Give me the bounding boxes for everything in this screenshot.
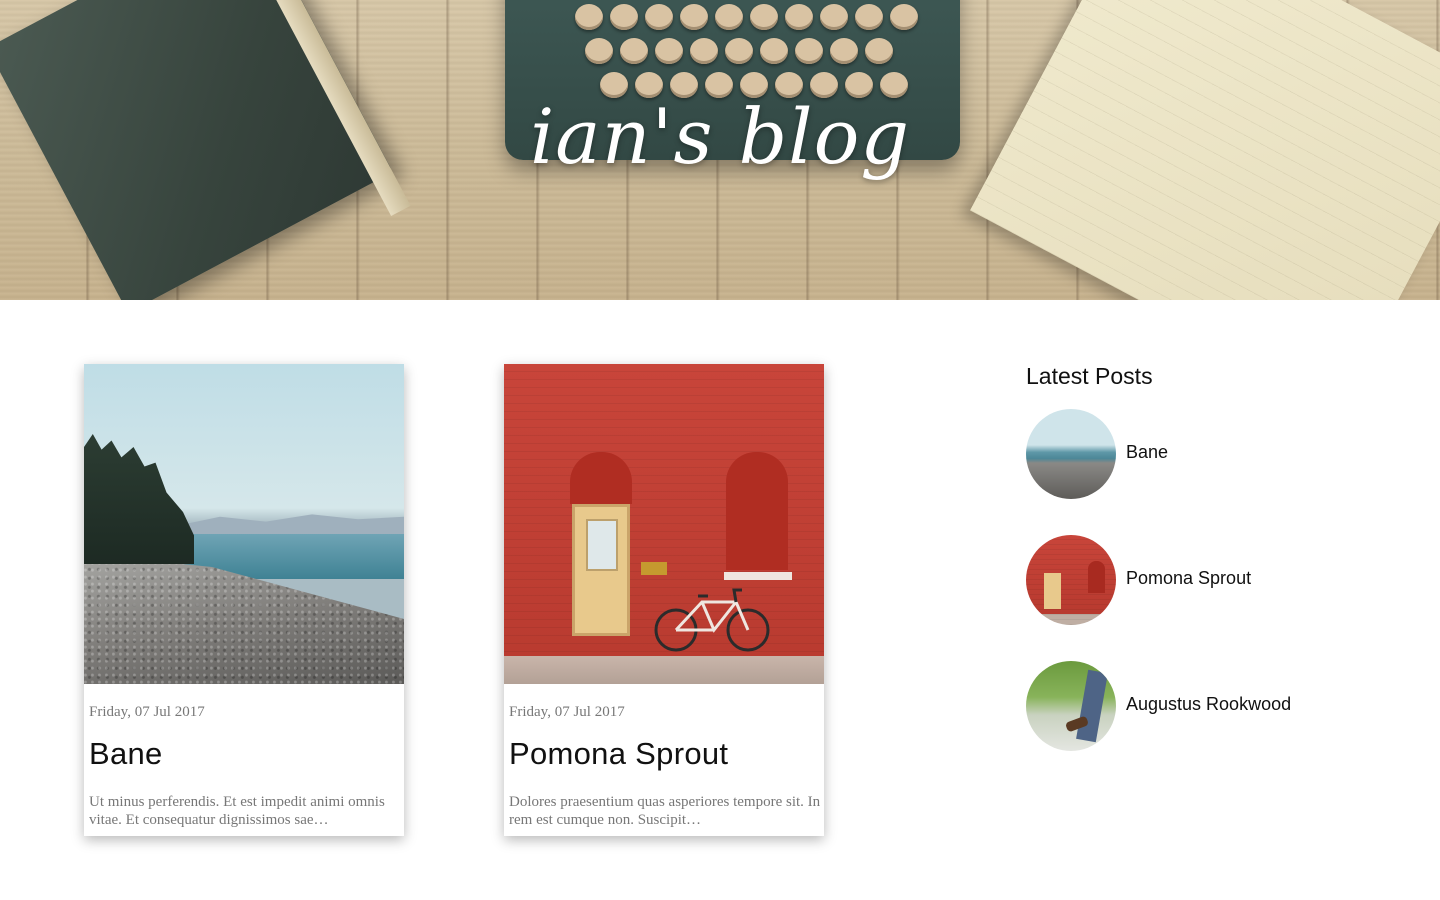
post-title[interactable]: Pomona Sprout [509,736,728,772]
hero-banner: ian's blog [0,0,1440,300]
typewriter-key [820,4,848,30]
typewriter-key [655,38,683,64]
site-title[interactable]: ian's blog [0,92,1440,181]
typewriter-key [830,38,858,64]
leg-shape [1076,669,1108,743]
typewriter-key [575,4,603,30]
latest-post-item[interactable]: Augustus Rookwood [1026,661,1346,751]
typewriter-key [610,4,638,30]
post-title[interactable]: Bane [89,736,163,772]
typewriter-key [855,4,883,30]
typewriter-key [585,38,613,64]
window-sill-shape [724,572,792,580]
typewriter-key [715,4,743,30]
typewriter-key [680,4,708,30]
latest-post-title[interactable]: Augustus Rookwood [1126,694,1291,715]
window-shape [1088,561,1105,593]
typewriter-key [725,38,753,64]
window-shutter-shape [726,452,788,570]
sidewalk-shape [504,656,824,684]
post-card[interactable]: Friday, 07 Jul 2017 Pomona Sprout Dolore… [504,364,824,836]
trees-shape [84,434,194,564]
typewriter-key [690,38,718,64]
mountains-shape [174,514,404,536]
typewriter-key [750,4,778,30]
typewriter-key [795,38,823,64]
latest-post-title[interactable]: Pomona Sprout [1126,568,1251,589]
latest-post-item[interactable]: Pomona Sprout [1026,535,1346,625]
typewriter-key [890,4,918,30]
latest-post-title[interactable]: Bane [1126,442,1168,463]
mailbox-shape [641,562,667,575]
sidebar-title: Latest Posts [1026,363,1153,389]
post-date: Friday, 07 Jul 2017 [89,704,205,720]
post-excerpt: Dolores praesentium quas asperiores temp… [509,794,821,828]
latest-post-item[interactable]: Bane [1026,409,1346,499]
typewriter-key [645,4,673,30]
latest-post-thumbnail[interactable] [1026,661,1116,751]
post-image-red-wall[interactable] [504,364,824,684]
typewriter-key [760,38,788,64]
latest-post-thumbnail[interactable] [1026,409,1116,499]
bicycle-icon [654,588,770,652]
typewriter-key [865,38,893,64]
typewriter-key [785,4,813,30]
door-window-shape [586,519,618,571]
window-arch-shape [570,452,632,504]
door-shape [1044,573,1061,609]
post-image-beach[interactable] [84,364,404,684]
typewriter-key [620,38,648,64]
post-card[interactable]: Friday, 07 Jul 2017 Bane Ut minus perfer… [84,364,404,836]
post-excerpt: Ut minus perferendis. Et est impedit ani… [89,794,385,828]
post-date: Friday, 07 Jul 2017 [509,704,625,720]
latest-post-thumbnail[interactable] [1026,535,1116,625]
